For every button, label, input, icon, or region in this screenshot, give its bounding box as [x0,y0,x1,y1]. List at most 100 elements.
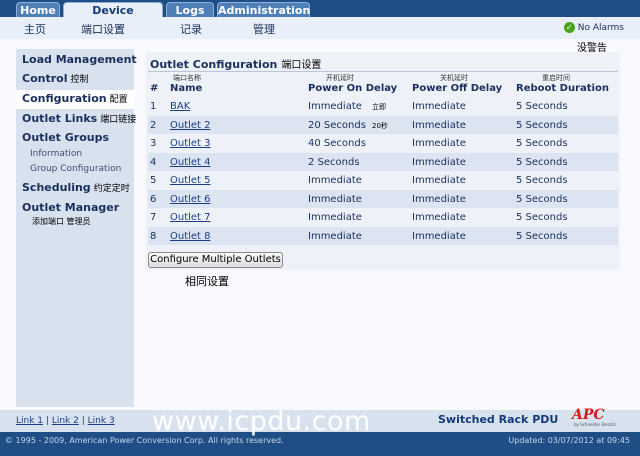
power-off-delay: Immediate [412,212,466,223]
sidebar-item-outlet-groups[interactable]: Outlet Groups [22,131,109,144]
sidebar-cn-label: 配置 [109,95,128,105]
col-header-name: Name [170,83,203,94]
outlet-link[interactable]: Outlet 3 [170,138,211,149]
reboot-duration: 5 Seconds [516,231,568,242]
sidebar-item-configuration[interactable]: Configuration 配置 [22,92,128,105]
sidebar-item-load-management[interactable]: Load Management [22,53,137,66]
table-row: 2 Outlet 2 20 Seconds 20秒 Immediate 5 Se… [148,116,618,134]
table-row: 1 BAK Immediate 立即 Immediate 5 Seconds [148,97,618,115]
table-row: 7 Outlet 7 Immediate Immediate 5 Seconds [148,208,618,226]
nav-item-logs[interactable]: 记录 [180,21,202,37]
outlet-link[interactable]: Outlet 8 [170,231,211,242]
sidebar-item-scheduling[interactable]: Scheduling 约定定时 [22,181,130,194]
alarm-label: No Alarms [577,22,624,33]
configure-multiple-outlets-button[interactable]: Configure Multiple Outlets [148,252,283,268]
table-row: 8 Outlet 8 Immediate Immediate 5 Seconds [148,227,618,245]
power-on-delay: Immediate [308,212,362,223]
button-cn-label: 相同设置 [185,275,229,288]
sidebar-label: Control [22,72,68,85]
footer-link-3[interactable]: Link 3 [88,416,115,426]
alarm-status[interactable]: ✓ No Alarms [563,22,624,33]
outlet-link[interactable]: Outlet 4 [170,157,211,168]
power-off-delay: Immediate [412,157,466,168]
nav-item-outlet-settings[interactable]: 端口设置 [81,21,125,37]
tab-administration[interactable]: Administration [217,2,310,17]
row-num: 8 [150,231,157,242]
product-name: Switched Rack PDU [438,413,559,426]
table-row: 4 Outlet 4 2 Seconds Immediate 5 Seconds [148,153,618,171]
reboot-duration: 5 Seconds [516,101,568,112]
sidebar-label: Outlet Links [22,112,98,125]
logo-text: APC [572,407,605,423]
col-cn-name: 端口名称 [173,74,201,82]
reboot-duration: 5 Seconds [516,138,568,149]
row-note: 20秒 [372,122,388,130]
footer-separator: | [81,416,85,426]
reboot-duration: 5 Seconds [516,157,568,168]
divider [148,71,618,72]
row-num: 6 [150,194,157,205]
footer-link-2[interactable]: Link 2 [52,416,79,426]
tab-logs[interactable]: Logs [166,2,214,17]
sidebar-item-outlet-links[interactable]: Outlet Links 端口链接 [22,112,136,125]
power-off-delay: Immediate [412,231,466,242]
outlet-link[interactable]: Outlet 6 [170,194,211,205]
power-off-delay: Immediate [412,120,466,131]
reboot-duration: 5 Seconds [516,194,568,205]
footer-links: Link 1 | Link 2 | Link 3 [16,416,115,426]
sidebar-cn-label: 端口链接 [100,115,137,125]
reboot-duration: 5 Seconds [516,212,568,223]
outlet-link[interactable]: Outlet 5 [170,175,211,186]
row-note: 立即 [372,103,386,111]
nav-item-admin[interactable]: 管理 [253,21,275,37]
col-header-num: # [150,83,159,94]
footer-link-1[interactable]: Link 1 [16,416,43,426]
row-num: 4 [150,157,157,168]
power-on-delay: Immediate [308,194,362,205]
sidebar-item-control[interactable]: Control 控制 [22,72,89,85]
check-icon: ✓ [563,22,575,33]
col-cn-off: 关机延时 [440,74,468,82]
col-header-reboot: Reboot Duration [516,83,609,94]
sidebar-subitem-group-configuration[interactable]: Group Configuration [30,164,121,174]
table-row: 6 Outlet 6 Immediate Immediate 5 Seconds [148,190,618,208]
sidebar-label: Load Management [22,53,137,66]
col-cn-reboot: 重启时间 [542,74,570,82]
outlet-link[interactable]: Outlet 7 [170,212,211,223]
power-on-delay: 2 Seconds [308,157,360,168]
sidebar-label: Outlet Groups [22,131,110,144]
power-off-delay: Immediate [412,101,466,112]
reboot-duration: 5 Seconds [516,120,568,131]
updated-timestamp: Updated: 03/07/2012 at 09:45 [508,436,630,445]
title-cn-label: 端口设置 [281,60,322,71]
copyright-text: © 1995 - 2009, American Power Conversion… [5,436,284,445]
power-off-delay: Immediate [412,138,466,149]
tab-home[interactable]: Home [16,2,60,17]
row-num: 1 [150,101,157,112]
sidebar-subitem-information[interactable]: Information [30,149,82,159]
top-tab-bar: Home Device Manager Logs Administration [0,0,640,32]
col-header-power-off: Power Off Delay [412,83,503,94]
col-cn-on: 开机延时 [326,74,354,82]
title-label: Outlet Configuration [150,58,278,71]
power-on-delay: Immediate [308,231,362,242]
page-title: Outlet Configuration 端口设置 [150,56,321,71]
logo-sub: by Schneider Electric [574,422,617,427]
power-on-delay: 20 Seconds [308,120,366,131]
power-off-delay: Immediate [412,175,466,186]
nav-item-home[interactable]: 主页 [24,21,46,37]
row-num: 7 [150,212,157,223]
tab-device-manager[interactable]: Device Manager [63,2,163,32]
outlet-link[interactable]: Outlet 2 [170,120,211,131]
table-row: 3 Outlet 3 40 Seconds Immediate 5 Second… [148,134,618,152]
outlet-link[interactable]: BAK [170,101,190,112]
footer-separator: | [45,416,49,426]
sidebar-item-outlet-manager[interactable]: Outlet Manager [22,201,119,214]
sidebar-cn-label: 约定定时 [93,184,130,194]
sidebar-label: Outlet Manager [22,201,120,214]
row-num: 3 [150,138,157,149]
row-num: 5 [150,175,157,186]
outlet-config-panel: Outlet Configuration 端口设置 端口名称 开机延时 关机延时 … [146,52,620,270]
sidebar-label: Configuration [22,92,107,105]
sidebar-cn-label: 添加端口 管理员 [32,217,91,226]
